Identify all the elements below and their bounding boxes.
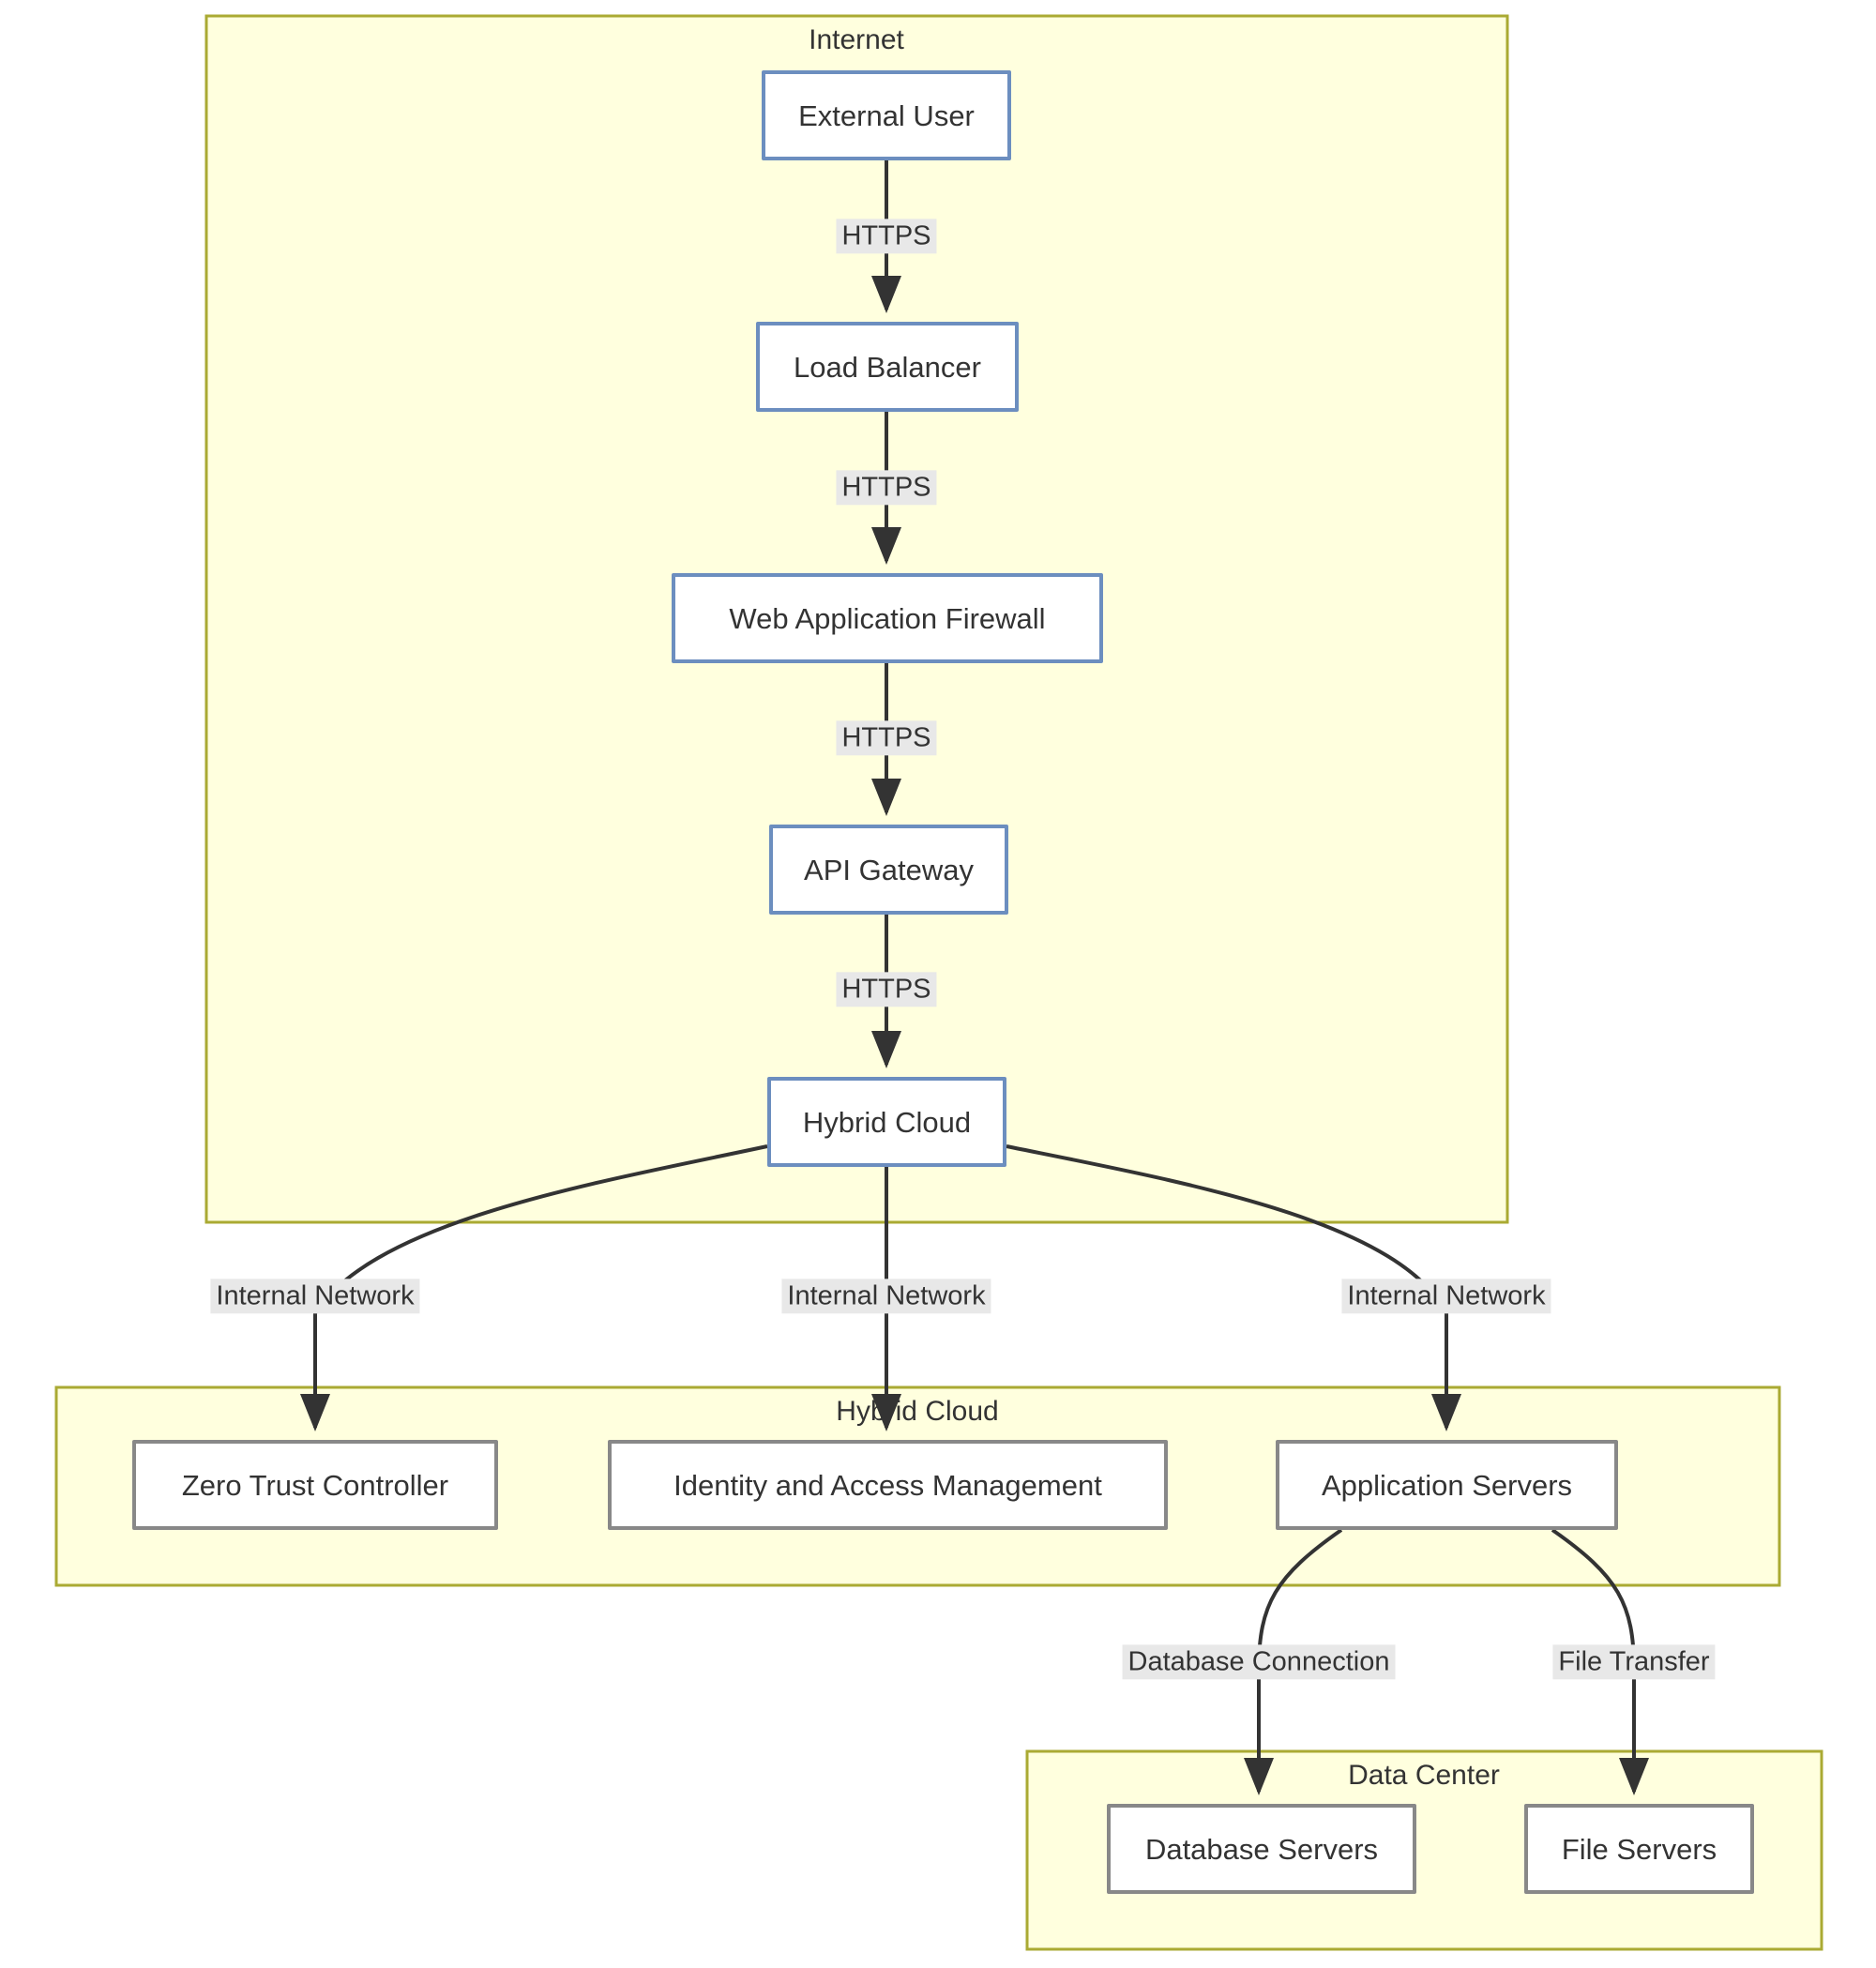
edge-label-e9: File Transfer: [1552, 1644, 1716, 1680]
node-label-app_servers: Application Servers: [1321, 1468, 1573, 1502]
node-file_servers[interactable]: File Servers: [1524, 1804, 1754, 1894]
node-external_user[interactable]: External User: [762, 70, 1011, 160]
edge-label-e5: Internal Network: [210, 1279, 420, 1314]
node-db_servers[interactable]: Database Servers: [1107, 1804, 1416, 1894]
node-app_servers[interactable]: Application Servers: [1276, 1440, 1618, 1530]
node-label-zero_trust: Zero Trust Controller: [181, 1468, 449, 1502]
flowchart-diagram: Internet Hybrid Cloud Data Center HTTPS HTT…: [0, 0, 1876, 1968]
node-label-external_user: External User: [798, 98, 975, 132]
edge-label-e6: Internal Network: [781, 1279, 991, 1314]
node-label-iam: Identity and Access Management: [673, 1468, 1102, 1502]
node-load_balancer[interactable]: Load Balancer: [756, 322, 1019, 412]
node-iam[interactable]: Identity and Access Management: [608, 1440, 1168, 1530]
node-waf[interactable]: Web Application Firewall: [672, 573, 1103, 663]
edge-label-e8: Database Connection: [1122, 1644, 1396, 1680]
edge-label-e7: Internal Network: [1341, 1279, 1551, 1314]
node-api_gateway[interactable]: API Gateway: [769, 825, 1008, 915]
node-label-db_servers: Database Servers: [1144, 1832, 1379, 1866]
edge-label-e2: HTTPS: [836, 470, 937, 506]
node-zero_trust[interactable]: Zero Trust Controller: [132, 1440, 498, 1530]
node-hybrid_cloud_node[interactable]: Hybrid Cloud: [767, 1077, 1006, 1167]
node-label-api_gateway: API Gateway: [804, 853, 974, 886]
node-label-load_balancer: Load Balancer: [794, 350, 981, 384]
node-label-file_servers: File Servers: [1561, 1832, 1717, 1866]
node-label-hybrid_cloud_node: Hybrid Cloud: [802, 1105, 972, 1139]
node-label-waf: Web Application Firewall: [729, 601, 1046, 635]
edge-label-e3: HTTPS: [836, 720, 937, 756]
edge-label-e4: HTTPS: [836, 972, 937, 1007]
edge-label-e1: HTTPS: [836, 219, 937, 254]
